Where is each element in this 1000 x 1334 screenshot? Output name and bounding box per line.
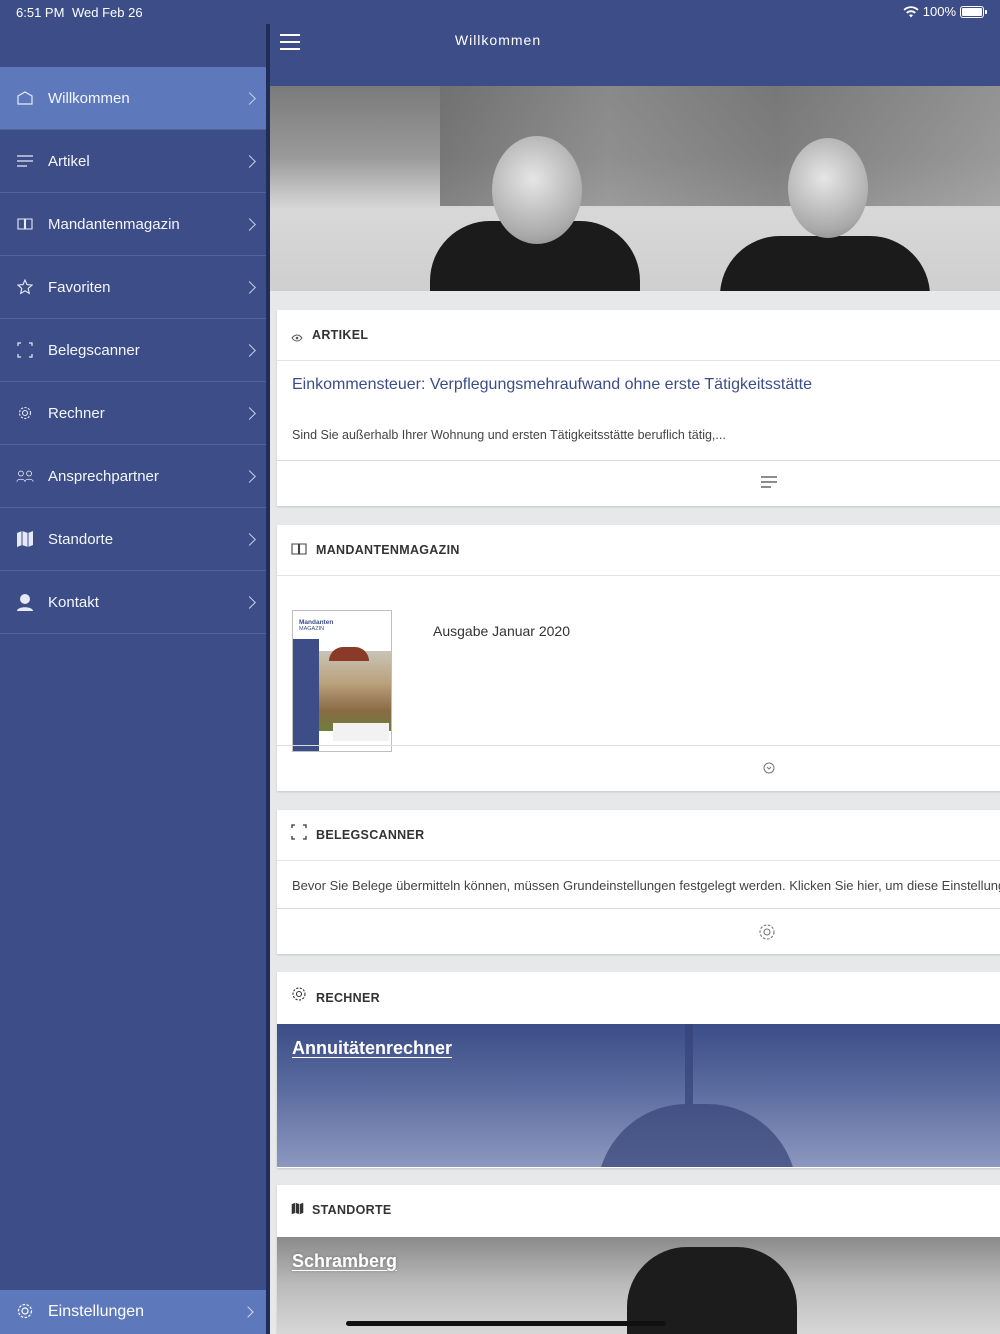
scanner-info-text[interactable]: Bevor Sie Belege übermitteln können, müs… xyxy=(292,878,1000,893)
status-time: 6:51 PM xyxy=(16,5,65,20)
sidebar-item-mandantenmagazin[interactable]: Mandantenmagazin xyxy=(0,193,266,256)
cover-subtitle: MAGAZIN xyxy=(299,626,325,632)
book-icon xyxy=(16,215,34,233)
sidebar-item-label: Rechner xyxy=(48,404,105,422)
main-content: ARTIKEL Einkommensteuer: Verpflegungsmeh… xyxy=(270,0,1000,1334)
card-header: ARTIKEL xyxy=(277,310,1000,361)
settings-button[interactable]: Einstellungen xyxy=(0,1290,266,1334)
lines-icon[interactable] xyxy=(761,475,777,489)
chevron-right-icon xyxy=(243,91,256,105)
calculator-link[interactable]: Annuitätenrechner xyxy=(292,1038,452,1059)
sidebar-item-belegscanner[interactable]: Belegscanner xyxy=(0,319,266,382)
sidebar-item-rechner[interactable]: Rechner xyxy=(0,382,266,445)
chevron-right-icon xyxy=(243,532,256,546)
home-icon xyxy=(16,89,34,107)
hero-image xyxy=(270,86,1000,291)
sidebar-item-willkommen[interactable]: Willkommen xyxy=(0,67,266,130)
chevron-right-icon xyxy=(243,595,256,609)
scan-frame-icon xyxy=(16,341,34,359)
sidebar-item-label: Kontakt xyxy=(48,593,99,611)
card-rechner[interactable]: RECHNER Annuitätenrechner xyxy=(277,972,1000,1168)
sidebar-item-label: Mandantenmagazin xyxy=(48,215,180,233)
sidebar-item-label: Belegscanner xyxy=(48,341,140,359)
sidebar-item-label: Standorte xyxy=(48,530,114,548)
gear-icon xyxy=(16,1302,34,1325)
card-title: ARTIKEL xyxy=(312,328,369,342)
status-date: Wed Feb 26 xyxy=(72,5,143,20)
gear-icon[interactable] xyxy=(758,923,776,941)
banner-dome xyxy=(597,1104,797,1167)
status-right: 100% xyxy=(903,4,987,19)
card-header: RECHNER xyxy=(277,972,1000,1022)
card-header: MANDANTENMAGAZIN xyxy=(277,525,1000,576)
wifi-icon xyxy=(903,5,919,17)
page-title: Willkommen xyxy=(454,32,542,48)
chevron-right-icon xyxy=(242,1306,254,1318)
sidebar-item-standorte[interactable]: Standorte xyxy=(0,508,266,571)
chevron-right-icon xyxy=(243,469,256,483)
people-icon xyxy=(16,467,34,485)
sidebar-nav: Willkommen Artikel Mandantenmagazin Favo… xyxy=(0,67,266,634)
magazine-cover[interactable]: Mandanten MAGAZIN xyxy=(292,610,392,752)
card-footer xyxy=(277,460,1000,507)
lines-icon xyxy=(16,152,34,170)
article-headline-link[interactable]: Einkommensteuer: Verpflegungsmehraufwand… xyxy=(292,376,812,394)
battery-percent: 100% xyxy=(922,4,956,19)
sidebar-item-kontakt[interactable]: Kontakt xyxy=(0,571,266,634)
sidebar-item-favoriten[interactable]: Favoriten xyxy=(0,256,266,319)
scan-frame-icon xyxy=(291,824,307,845)
sidebar-item-ansprechpartner[interactable]: Ansprechpartner xyxy=(0,445,266,508)
map-icon xyxy=(16,530,34,548)
status-bar: 6:51 PM Wed Feb 26 100% xyxy=(0,0,1000,24)
sidebar-item-label: Favoriten xyxy=(48,278,111,296)
book-icon xyxy=(291,542,307,560)
chevron-right-icon xyxy=(243,280,256,294)
download-circle-icon[interactable] xyxy=(763,762,775,774)
banner-spire xyxy=(685,1024,693,1104)
star-icon xyxy=(16,278,34,296)
settings-label: Einstellungen xyxy=(48,1303,145,1320)
gear-icon xyxy=(16,404,34,422)
hero-person-left xyxy=(430,126,640,291)
card-title: BELEGSCANNER xyxy=(316,828,425,842)
article-teaser: Sind Sie außerhalb Ihrer Wohnung und ers… xyxy=(292,428,726,442)
sidebar-item-artikel[interactable]: Artikel xyxy=(0,130,266,193)
map-icon xyxy=(291,1202,304,1220)
card-title: MANDANTENMAGAZIN xyxy=(316,543,460,557)
card-belegscanner[interactable]: BELEGSCANNER Bevor Sie Belege übermittel… xyxy=(277,810,1000,954)
chevron-right-icon xyxy=(243,406,256,420)
home-indicator xyxy=(346,1321,666,1326)
card-header: STANDORTE xyxy=(277,1185,1000,1235)
battery-icon xyxy=(960,5,987,18)
chevron-right-icon xyxy=(243,217,256,231)
sidebar-item-label: Willkommen xyxy=(48,89,130,107)
chevron-right-icon xyxy=(243,154,256,168)
card-footer xyxy=(277,745,1000,792)
gear-icon xyxy=(291,986,307,1007)
sidebar-item-label: Ansprechpartner xyxy=(48,467,159,485)
card-artikel[interactable]: ARTIKEL Einkommensteuer: Verpflegungsmeh… xyxy=(277,310,1000,506)
card-title: STANDORTE xyxy=(312,1203,392,1217)
eye-icon xyxy=(291,329,303,347)
sidebar: Willkommen Artikel Mandantenmagazin Favo… xyxy=(0,0,266,1334)
person-icon xyxy=(16,593,34,611)
card-title: RECHNER xyxy=(316,991,380,1005)
location-banner[interactable]: Schramberg xyxy=(277,1237,1000,1334)
card-mandantenmagazin[interactable]: MANDANTENMAGAZIN Mandanten MAGAZIN Ausga… xyxy=(277,525,1000,791)
hero-person-right xyxy=(720,136,930,291)
chevron-right-icon xyxy=(243,343,256,357)
card-header: BELEGSCANNER xyxy=(277,810,1000,861)
cover-title: Mandanten xyxy=(299,619,334,626)
magazine-issue: Ausgabe Januar 2020 xyxy=(433,623,570,639)
calculator-banner[interactable]: Annuitätenrechner xyxy=(277,1024,1000,1167)
card-standorte[interactable]: STANDORTE Schramberg xyxy=(277,1185,1000,1334)
sidebar-item-label: Artikel xyxy=(48,152,90,170)
location-link[interactable]: Schramberg xyxy=(292,1251,397,1272)
card-footer xyxy=(277,908,1000,955)
